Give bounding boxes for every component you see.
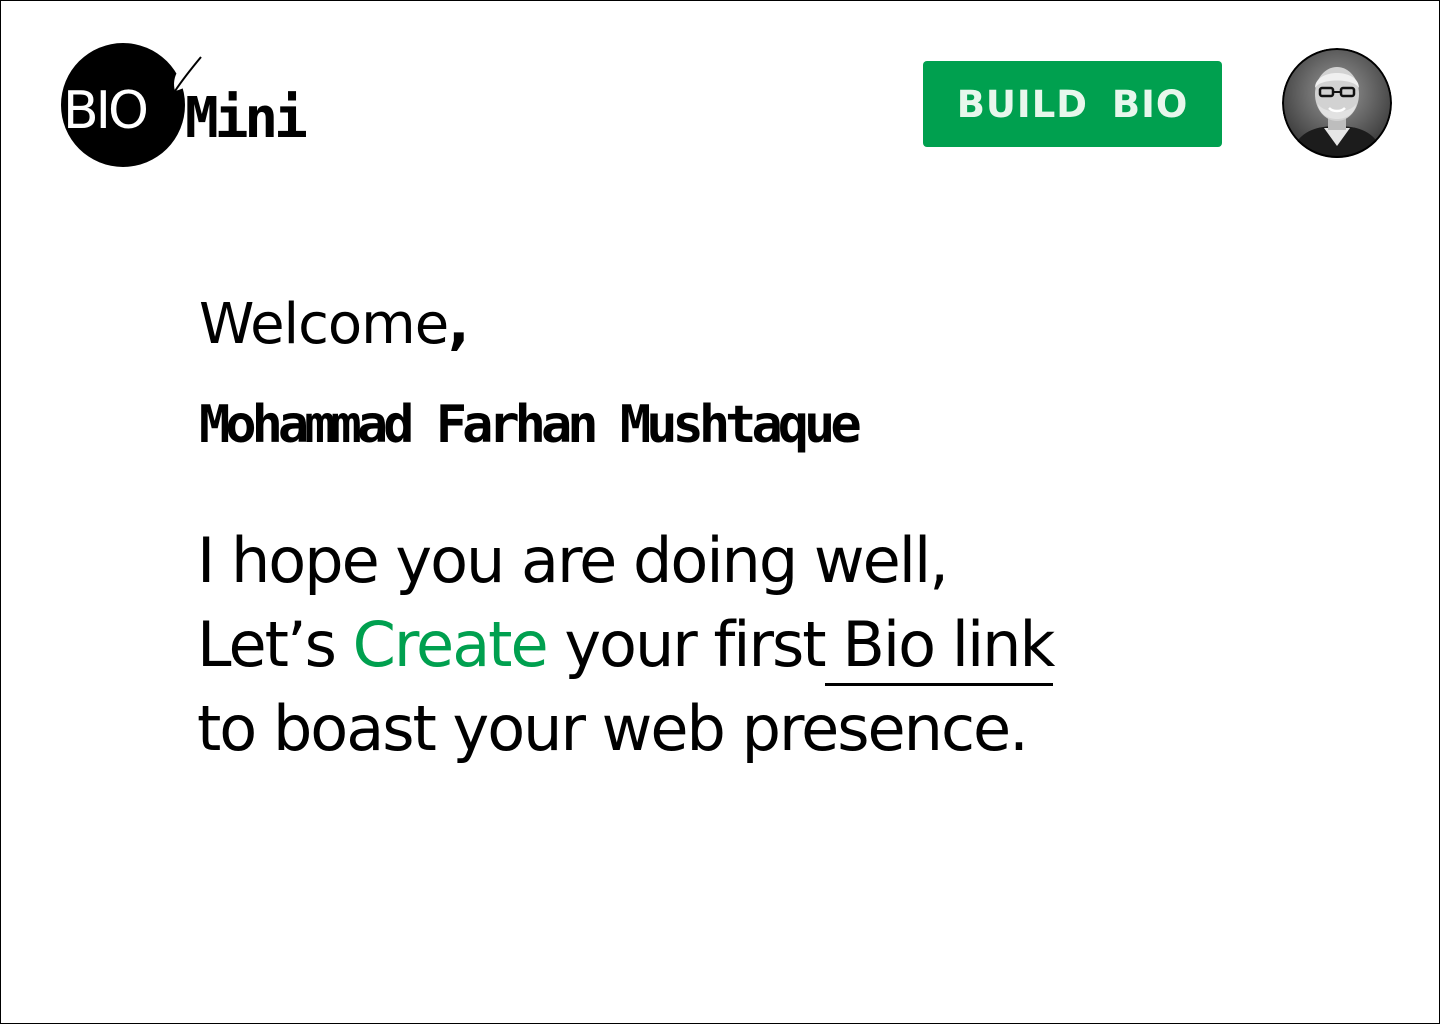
biomini-logo[interactable]: BIO Mini xyxy=(61,43,311,167)
profile-photo-icon xyxy=(1282,48,1392,158)
welcome-message: I hope you are doing well, Let’s Create … xyxy=(197,519,1055,771)
message-line-2: Let’s Create your first Bio link xyxy=(197,603,1055,687)
message-line-1: I hope you are doing well, xyxy=(197,524,949,597)
bio-link[interactable]: Bio link xyxy=(824,608,1055,686)
logo-mini-text: Mini xyxy=(185,86,308,151)
create-highlight: Create xyxy=(352,608,549,681)
user-avatar[interactable] xyxy=(1282,48,1392,158)
logo-bio-text: BIO xyxy=(63,81,149,141)
build-bio-button[interactable]: BUILD BIO xyxy=(923,61,1222,147)
app-frame: BIO Mini BUILD BIO Welcome, Mohammad Far… xyxy=(0,0,1440,1024)
message-line-3: to boast your web presence. xyxy=(197,692,1029,765)
welcome-heading: Welcome, xyxy=(199,292,469,357)
user-name: Mohammad Farhan Mushtaque xyxy=(199,395,862,455)
